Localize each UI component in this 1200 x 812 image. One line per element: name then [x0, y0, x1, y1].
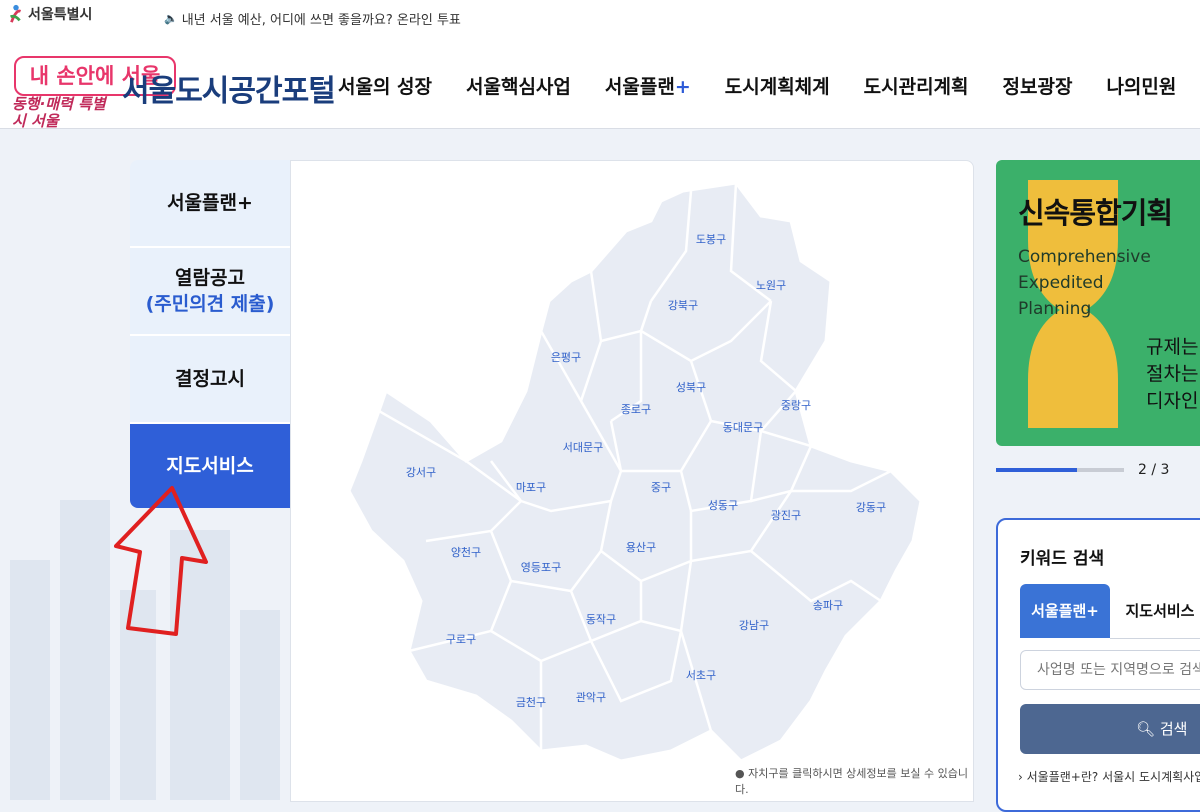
- search-tab-map-service[interactable]: 지도서비스: [1110, 584, 1200, 639]
- promo-desc-line: 디자인: [1146, 390, 1199, 412]
- search-button-label: 검색: [1159, 720, 1188, 738]
- district-label[interactable]: 서대문구: [563, 441, 603, 454]
- district-label[interactable]: 금천구: [516, 695, 546, 709]
- district-label[interactable]: 영등포구: [521, 561, 561, 574]
- district-label[interactable]: 동대문구: [723, 421, 763, 434]
- side-tab-decision-notice[interactable]: 결정고시: [130, 336, 290, 424]
- nav-info-plaza[interactable]: 정보광장: [1003, 72, 1073, 99]
- promo-desc-line: 규제는: [1146, 336, 1199, 358]
- district-label[interactable]: 광진구: [771, 509, 801, 522]
- notice-ticker[interactable]: 🔈 내년 서울 예산, 어디에 쓰면 좋을까요? 온라인 투표: [164, 9, 461, 28]
- district-label[interactable]: 도봉구: [696, 233, 726, 246]
- side-tab-sublabel: (주민의견 제출): [145, 293, 275, 315]
- search-tab-seoul-plan[interactable]: 서울플랜+: [1020, 584, 1110, 638]
- side-tab-label: 결정고시: [175, 368, 245, 390]
- nav-seoul-plan-label: 서울플랜: [604, 76, 675, 98]
- district-label[interactable]: 중랑구: [781, 399, 811, 412]
- district-label[interactable]: 관악구: [576, 691, 606, 704]
- map-help-text: 자치구를 클릭하시면 상세정보를 보실 수 있습니다.: [735, 767, 968, 796]
- district-label[interactable]: 송파구: [813, 599, 843, 612]
- site-header: 내 손안에 서울 동행·매력 특별시 서울 서울도시공간포털 서울의 성장 서울…: [0, 34, 1200, 130]
- side-tab-public-notice[interactable]: 열람공고 (주민의견 제출): [130, 248, 290, 336]
- district-label[interactable]: 은평구: [551, 351, 581, 364]
- side-tab-label: 지도서비스: [166, 455, 254, 477]
- map-help-note: ● 자치구를 클릭하시면 상세정보를 보실 수 있습니다.: [735, 767, 968, 796]
- promo-english: Comprehensive Expedited Planning: [1018, 247, 1151, 319]
- district-label[interactable]: 노원구: [756, 279, 786, 292]
- nav-seoul-growth[interactable]: 서울의 성장: [338, 72, 432, 99]
- nav-planning-system[interactable]: 도시계획체계: [725, 72, 830, 99]
- district-label[interactable]: 성북구: [676, 381, 706, 394]
- seoul-district-map[interactable]: 도봉구노원구강북구은평구성북구종로구 중랑구동대문구서대문구강서구마포구 중구성동구…: [291, 161, 973, 801]
- search-input[interactable]: 사업명 또는 지역명으로 검색해: [1020, 650, 1200, 690]
- seoul-map-panel: 도봉구노원구강북구은평구성북구종로구 중랑구동대문구서대문구강서구마포구 중구성동구…: [290, 160, 974, 802]
- promo-title: 신속통합기획: [1018, 196, 1173, 230]
- seoul-emblem-icon: [10, 4, 22, 23]
- pager-count: 2 / 3: [1138, 462, 1170, 478]
- annotation-arrow-icon: [114, 486, 208, 636]
- district-label[interactable]: 중구: [651, 481, 671, 494]
- category-tabs: 서울플랜+ 열람공고 (주민의견 제출) 결정고시 지도서비스: [130, 160, 304, 508]
- district-label[interactable]: 강남구: [739, 619, 769, 632]
- district-label[interactable]: 마포구: [516, 481, 546, 494]
- slogan-script: 동행·매력 특별시 서울: [12, 95, 106, 130]
- search-heading: 키워드 검색: [1020, 549, 1105, 569]
- main-nav: 서울의 성장 서울핵심사업 서울플랜+ 도시계획체계 도시관리계획 정보광장 나…: [338, 72, 1200, 99]
- speaker-icon: 🔈: [164, 12, 178, 25]
- district-label[interactable]: 강서구: [406, 466, 436, 479]
- promo-description: 규제는 절차는 디자인: [1146, 334, 1198, 415]
- pager-progress: [996, 468, 1077, 472]
- district-label[interactable]: 성동구: [708, 499, 738, 512]
- district-label[interactable]: 서초구: [686, 669, 716, 682]
- notice-text: 내년 서울 예산, 어디에 쓰면 좋을까요? 온라인 투표: [181, 13, 461, 28]
- district-label[interactable]: 강북구: [668, 299, 698, 312]
- top-utility-bar: 서울특별시 🔈 내년 서울 예산, 어디에 쓰면 좋을까요? 온라인 투표: [0, 0, 1200, 34]
- district-label[interactable]: 구로구: [446, 633, 476, 646]
- nav-my-petition[interactable]: 나의민원: [1106, 72, 1176, 99]
- chevron-right-icon: ›: [1018, 770, 1023, 784]
- district-label[interactable]: 동작구: [586, 613, 616, 626]
- nav-management-plan[interactable]: 도시관리계획: [864, 72, 969, 99]
- promo-desc-line: 절차는: [1146, 363, 1199, 385]
- side-tab-seoul-plan[interactable]: 서울플랜+: [130, 160, 290, 248]
- nav-plus-mark: +: [674, 76, 691, 98]
- side-tab-label: 열람공고: [175, 267, 245, 289]
- promo-pager[interactable]: 2 / 3: [996, 462, 1200, 478]
- search-button[interactable]: 🔍︎ 검색: [1020, 704, 1200, 754]
- city-name: 서울특별시: [28, 7, 93, 23]
- portal-title[interactable]: 서울도시공간포털: [122, 66, 336, 110]
- nav-seoul-plan[interactable]: 서울플랜+: [605, 72, 691, 99]
- promo-banner[interactable]: 신속통합기획 Comprehensive Expedited Planning …: [996, 160, 1200, 446]
- seoul-city-logo[interactable]: 서울특별시: [8, 4, 92, 24]
- search-footer-text: 서울플랜+란? 서울시 도시계획사업 통합: [1026, 770, 1200, 784]
- keyword-search-card: 키워드 검색 서울플랜+ 지도서비스 사업명 또는 지역명으로 검색해 🔍︎ 검…: [996, 518, 1200, 812]
- side-tab-label: 서울플랜+: [167, 192, 253, 214]
- district-label[interactable]: 강동구: [856, 501, 886, 514]
- district-label[interactable]: 종로구: [621, 403, 651, 416]
- district-label[interactable]: 용산구: [626, 541, 656, 554]
- district-label[interactable]: 양천구: [451, 545, 481, 559]
- search-icon: 🔍︎: [1136, 720, 1156, 738]
- search-footer-link[interactable]: › 서울플랜+란? 서울시 도시계획사업 통합: [1018, 768, 1200, 785]
- nav-core-projects[interactable]: 서울핵심사업: [466, 72, 571, 99]
